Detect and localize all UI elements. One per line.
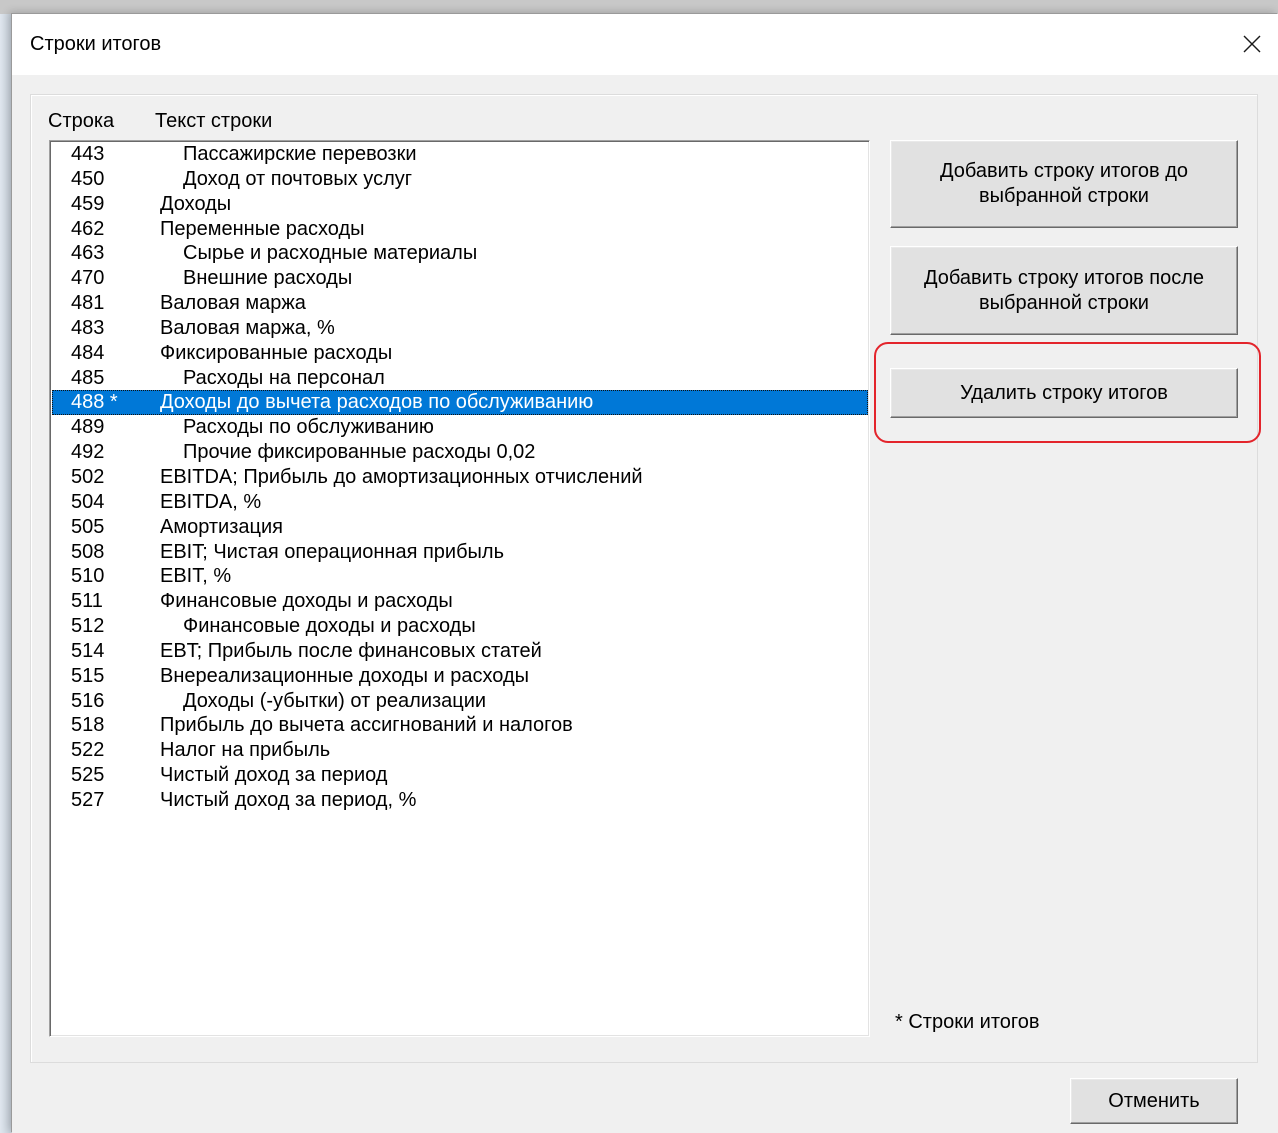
- row-text: Сырье и расходные материалы: [183, 242, 478, 265]
- summary-rows-dialog: Строки итогов Строка Текст строки 443 Пас…: [12, 14, 1278, 1133]
- list-item[interactable]: 463 Сырье и расходные материалы: [52, 241, 868, 266]
- row-number: 492: [71, 441, 105, 464]
- list-item[interactable]: 502 EBITDA; Прибыль до амортизационных от…: [52, 465, 868, 490]
- dialog-title: Строки итогов: [30, 33, 162, 55]
- row-text: Расходы на персонал: [183, 366, 385, 389]
- row-text: Расходы по обслуживанию: [183, 416, 434, 439]
- row-number: 485: [71, 366, 105, 389]
- row-text: Доходы до вычета расходов по обслуживани…: [160, 391, 594, 414]
- row-number: 504: [71, 490, 105, 513]
- row-number: 518: [71, 714, 105, 737]
- list-item[interactable]: 525 Чистый доход за период: [52, 763, 868, 788]
- add-summary-before-button[interactable]: Добавить строку итогов до выбранной стро…: [890, 140, 1238, 228]
- row-number: 511: [71, 590, 103, 613]
- row-text: Доходы (-убытки) от реализации: [183, 689, 487, 712]
- list-item[interactable]: 516 Доходы (-убытки) от реализации: [52, 689, 868, 714]
- list-item[interactable]: 522 Налог на прибыль: [52, 738, 868, 763]
- list-item[interactable]: 505 Амортизация: [52, 515, 868, 540]
- list-item[interactable]: 489 Расходы по обслуживанию: [52, 415, 868, 440]
- close-icon[interactable]: [1242, 34, 1262, 54]
- row-text: EBIT; Чистая операционная прибыль: [160, 540, 505, 563]
- row-number: 450: [71, 167, 105, 190]
- row-number: 512: [71, 615, 105, 638]
- row-number: 483: [71, 316, 105, 339]
- list-item[interactable]: 481 Валовая маржа: [52, 291, 868, 316]
- background-window-edge: [0, 14, 12, 1133]
- list-item[interactable]: 485 Расходы на персонал: [52, 366, 868, 391]
- summary-rows-note: * Строки итогов: [895, 1011, 1040, 1033]
- row-number: 484: [71, 341, 105, 364]
- row-number: 527: [71, 788, 105, 811]
- row-number: 443: [71, 143, 105, 165]
- list-item[interactable]: 511 Финансовые доходы и расходы: [52, 589, 868, 614]
- row-text: Налог на прибыль: [160, 739, 331, 762]
- list-item[interactable]: 462 Переменные расходы: [52, 217, 868, 242]
- row-number: 502: [71, 465, 105, 488]
- row-text: Доходы: [160, 192, 232, 215]
- row-number: 522: [71, 739, 105, 762]
- row-text: Чистый доход за период, %: [160, 788, 417, 811]
- row-number: 516: [71, 689, 105, 712]
- row-text: Внереализационные доходы и расходы: [160, 664, 530, 687]
- list-item[interactable]: 484 Фиксированные расходы: [52, 341, 868, 366]
- row-text: Валовая маржа, %: [160, 316, 335, 339]
- delete-summary-button[interactable]: Удалить строку итогов: [890, 368, 1238, 418]
- list-item[interactable]: 450 Доход от почтовых услуг: [52, 167, 868, 192]
- row-text: Прибыль до вычета ассигнований и налогов: [160, 714, 573, 737]
- row-text: Переменные расходы: [160, 217, 365, 240]
- row-number: 463: [71, 242, 105, 265]
- row-text: Фиксированные расходы: [160, 341, 393, 364]
- row-number: 525: [71, 764, 105, 787]
- list-item[interactable]: 504 EBITDA, %: [52, 490, 868, 515]
- row-text: Финансовые доходы и расходы: [160, 590, 453, 613]
- list-item[interactable]: 514 EBT; Прибыль после финансовых статей: [52, 639, 868, 664]
- summary-rows-list[interactable]: 443 Пассажирские перевозки 450 Доход от поч…: [49, 140, 870, 1037]
- row-number: 508: [71, 540, 105, 563]
- list-item[interactable]: 443 Пассажирские перевозки: [52, 142, 868, 167]
- list-item-selected[interactable]: 488 * Доходы до вычета расходов по обслуж…: [52, 390, 868, 416]
- row-text: Прочие фиксированные расходы 0,02: [183, 441, 536, 464]
- list-item[interactable]: 508 EBIT; Чистая операционная прибыль: [52, 540, 868, 565]
- list-item[interactable]: 515 Внереализационные доходы и расходы: [52, 664, 868, 689]
- list-item[interactable]: 527 Чистый доход за период, %: [52, 788, 868, 813]
- row-text: EBITDA, %: [160, 490, 262, 513]
- row-text: Внешние расходы: [183, 267, 353, 290]
- list-item[interactable]: 492 Прочие фиксированные расходы 0,02: [52, 440, 868, 465]
- list-item[interactable]: 512 Финансовые доходы и расходы: [52, 614, 868, 639]
- row-text: Валовая маржа: [160, 292, 306, 315]
- cancel-button[interactable]: Отменить: [1070, 1078, 1238, 1124]
- list-rows: 443 Пассажирские перевозки 450 Доход от поч…: [52, 142, 868, 813]
- row-number: 459: [71, 192, 105, 215]
- title-bar: Строки итогов: [12, 14, 1278, 75]
- row-text: Доход от почтовых услуг: [183, 167, 413, 190]
- row-number: 481: [71, 292, 105, 315]
- row-number: 488 *: [71, 391, 118, 414]
- row-text: Амортизация: [160, 515, 283, 538]
- list-item[interactable]: 518 Прибыль до вычета ассигнований и нало…: [52, 713, 868, 738]
- row-number: 510: [71, 565, 105, 588]
- row-text: EBT; Прибыль после финансовых статей: [160, 639, 542, 662]
- row-number: 462: [71, 217, 105, 240]
- group-box: Строка Текст строки 443 Пассажирские пере…: [30, 94, 1261, 1063]
- list-item[interactable]: 470 Внешние расходы: [52, 266, 868, 291]
- add-summary-after-button[interactable]: Добавить строку итогов после выбранной с…: [890, 246, 1238, 335]
- list-item[interactable]: 459 Доходы: [52, 192, 868, 217]
- row-number: 505: [71, 515, 105, 538]
- column-header-number: Строка: [48, 110, 115, 132]
- background-window: [0, 0, 1278, 14]
- row-text: Пассажирские перевозки: [183, 143, 417, 165]
- list-item[interactable]: 510 EBIT, %: [52, 564, 868, 589]
- row-number: 470: [71, 267, 105, 290]
- row-text: EBITDA; Прибыль до амортизационных отчис…: [160, 465, 643, 488]
- row-number: 489: [71, 416, 105, 439]
- row-text: Чистый доход за период: [160, 764, 388, 787]
- list-item[interactable]: 483 Валовая маржа, %: [52, 316, 868, 341]
- row-text: Финансовые доходы и расходы: [183, 615, 476, 638]
- row-text: EBIT, %: [160, 565, 232, 588]
- row-number: 514: [71, 639, 105, 662]
- row-number: 515: [71, 664, 105, 687]
- column-header-text: Текст строки: [155, 110, 273, 132]
